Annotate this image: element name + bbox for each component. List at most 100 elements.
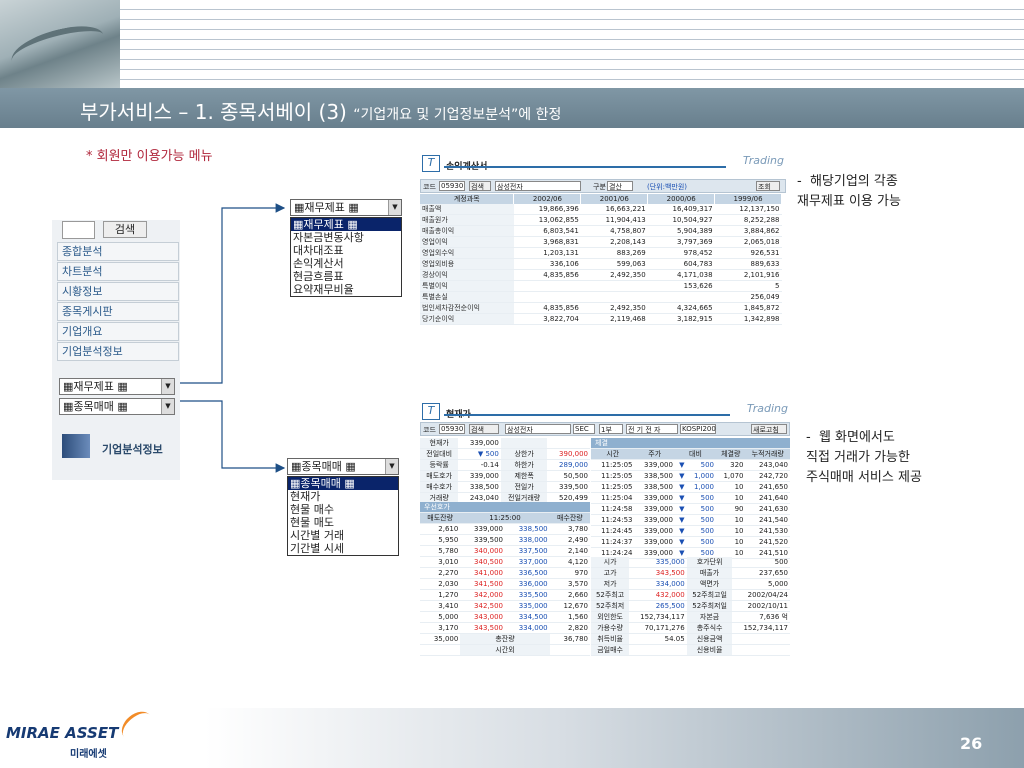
option[interactable]: 현재가 bbox=[288, 490, 398, 503]
summary-cell bbox=[500, 438, 548, 449]
summary-cell: 전일대비 bbox=[420, 448, 459, 460]
table-cell: 8,252,288 bbox=[714, 214, 782, 226]
option[interactable]: 현금흐름표 bbox=[291, 270, 401, 283]
stat-cell: 52주최저일 bbox=[686, 600, 733, 612]
stat-cell: 432,000 bbox=[629, 589, 687, 601]
trade-cell: 11:25:05 bbox=[591, 481, 635, 493]
trade-header: 대비 bbox=[674, 448, 716, 460]
trade-row: 11:25:05 338,500 ▼ 1,000 1,070 242,720 bbox=[591, 470, 790, 482]
table-cell: 10,504,927 bbox=[647, 214, 715, 226]
trade-cell: 339,000 bbox=[634, 459, 675, 471]
stat-cell: 취득비율 bbox=[591, 633, 630, 645]
option[interactable]: 현물 매도 bbox=[288, 516, 398, 529]
stat-cell: 2002/10/11 bbox=[732, 600, 790, 612]
option[interactable]: ▦종목매매 ▦ bbox=[288, 477, 398, 490]
book-cell: 335,000 bbox=[504, 600, 550, 612]
code-label: 코드 bbox=[423, 426, 436, 434]
search-button[interactable]: 검색 bbox=[469, 424, 499, 434]
dropdown-financials[interactable]: ▦재무제표 ▦ ▼ bbox=[290, 199, 402, 216]
option[interactable]: 손익계산서 bbox=[291, 257, 401, 270]
option[interactable]: 현물 매수 bbox=[288, 503, 398, 516]
gubun-select[interactable]: 결산 bbox=[607, 181, 633, 191]
dropdown-trading[interactable]: ▦종목매매 ▦ ▼ bbox=[287, 458, 399, 475]
table-cell: 2,492,350 bbox=[580, 269, 648, 281]
footer bbox=[0, 708, 1024, 768]
stat-row: 52주최저 265,500 52주최저일 2002/10/11 bbox=[591, 600, 790, 612]
summary-cell: 338,500 bbox=[458, 481, 501, 493]
column-header: 2001/06 bbox=[580, 194, 649, 204]
book-cell: 2,270 bbox=[420, 567, 461, 579]
summary-cell: 하한가 bbox=[500, 459, 548, 471]
book-cell: 5,950 bbox=[420, 534, 461, 546]
stat-cell: 334,000 bbox=[629, 578, 687, 590]
stat-row: 외인한도 152,734,117 자본금 7,636 억 bbox=[591, 611, 790, 623]
stat-cell: 343,500 bbox=[629, 567, 687, 579]
stat-cell: 매출가 bbox=[686, 567, 733, 579]
summary-cell: ▼ 500 bbox=[458, 448, 501, 460]
book-cell: 2,030 bbox=[420, 578, 461, 590]
book-header: 11:25:00 bbox=[460, 512, 550, 524]
trade-header: 누적거래량 bbox=[745, 448, 790, 460]
table-cell: 2,119,468 bbox=[580, 313, 648, 325]
option[interactable]: 대차대조표 bbox=[291, 244, 401, 257]
trade-cell: 1,070 bbox=[716, 470, 746, 482]
summary-cell: 등락률 bbox=[420, 459, 459, 471]
trade-cell: 11:24:37 bbox=[591, 536, 635, 548]
trade-cell: 500 bbox=[686, 514, 716, 526]
table-cell: 2,101,916 bbox=[714, 269, 782, 281]
option[interactable]: 기간별 시세 bbox=[288, 542, 398, 555]
summary-cell: -0.14 bbox=[458, 459, 501, 471]
table-cell: 매출원가 bbox=[420, 214, 514, 226]
trade-cell: 11:24:45 bbox=[591, 525, 635, 537]
gubun-label: 구분 bbox=[593, 183, 606, 191]
stat-cell: 고가 bbox=[591, 567, 630, 579]
table-cell: 12,137,150 bbox=[714, 204, 782, 215]
summary-cell: 상한가 bbox=[500, 448, 548, 460]
book-cell: 336,500 bbox=[504, 567, 550, 579]
quote-summary-table: 현재가 339,000 전일대비 ▼ 500 상한가 390,000 등락률 -0.14 하한가… bbox=[420, 438, 590, 504]
stat-row: 금일매수 신용비율 bbox=[591, 644, 790, 656]
trade-cell: 241,540 bbox=[745, 514, 790, 526]
summary-row: 전일대비 ▼ 500 상한가 390,000 bbox=[420, 448, 590, 460]
table-cell: 6,803,541 bbox=[513, 225, 581, 237]
trade-cell: 241,530 bbox=[745, 525, 790, 537]
logo-icon: T bbox=[422, 403, 440, 420]
trade-cell: 338,500 bbox=[634, 470, 675, 482]
option[interactable]: ▦재무제표 ▦ bbox=[291, 218, 401, 231]
trade-header: 체결량 bbox=[716, 448, 746, 460]
book-cell: 1,560 bbox=[549, 611, 590, 623]
option[interactable]: 요약재무비율 bbox=[291, 283, 401, 296]
book-cell: 2,820 bbox=[549, 622, 590, 634]
search-button[interactable]: 검색 bbox=[469, 181, 491, 191]
refresh-button[interactable]: 새로고침 bbox=[751, 424, 787, 434]
trades-table: 체결 시간 주가 대비 체결량 누적거래량 11:25:05 339,000 ▼ 500 320… bbox=[591, 438, 790, 559]
book-cell: 342,500 bbox=[460, 600, 505, 612]
column-header: 1999/06 bbox=[714, 194, 782, 204]
book-row: 2,270 341,000 336,500 970 bbox=[420, 567, 590, 579]
company-name: 삼성전자 bbox=[505, 424, 571, 434]
table-row: 매출액 19,866,396 16,663,221 16,409,317 12,137,… bbox=[420, 204, 782, 215]
book-cell: 342,000 bbox=[460, 589, 505, 601]
summary-cell: 매도호가 bbox=[420, 470, 459, 482]
trade-cell: ▼ bbox=[674, 536, 687, 548]
trade-cell: ▼ bbox=[674, 459, 687, 471]
stat-cell: 54.05 bbox=[629, 633, 687, 645]
stat-row: 고가 343,500 매출가 237,650 bbox=[591, 567, 790, 579]
option[interactable]: 자본금변동사항 bbox=[291, 231, 401, 244]
table-cell: 법인세차감전순이익 bbox=[420, 302, 514, 314]
code-input[interactable]: 05930 bbox=[439, 181, 465, 191]
table-row: 영업외수익 1,203,131 883,269 978,452 926,531 bbox=[420, 247, 782, 259]
book-cell: 3,170 bbox=[420, 622, 461, 634]
trade-header: 주가 bbox=[634, 448, 675, 460]
stat-cell: 총주식수 bbox=[686, 622, 733, 634]
book-cell: 4,120 bbox=[549, 556, 590, 568]
book-total-label: 총잔량 bbox=[460, 633, 550, 645]
query-button[interactable]: 조회 bbox=[756, 181, 780, 191]
order-book-table: 우선호가 매도잔량 11:25:00 매수잔량 2,610 339,000 338,50… bbox=[420, 502, 590, 656]
option[interactable]: 시간별 거래 bbox=[288, 529, 398, 542]
table-cell: 당기순이익 bbox=[420, 313, 514, 325]
code-input[interactable]: 05930 bbox=[439, 424, 465, 434]
trade-cell: 11:24:53 bbox=[591, 514, 635, 526]
table-cell: 11,904,413 bbox=[580, 214, 648, 226]
table-row: 법인세차감전순이익 4,835,856 2,492,350 4,324,665 1,84… bbox=[420, 302, 782, 314]
